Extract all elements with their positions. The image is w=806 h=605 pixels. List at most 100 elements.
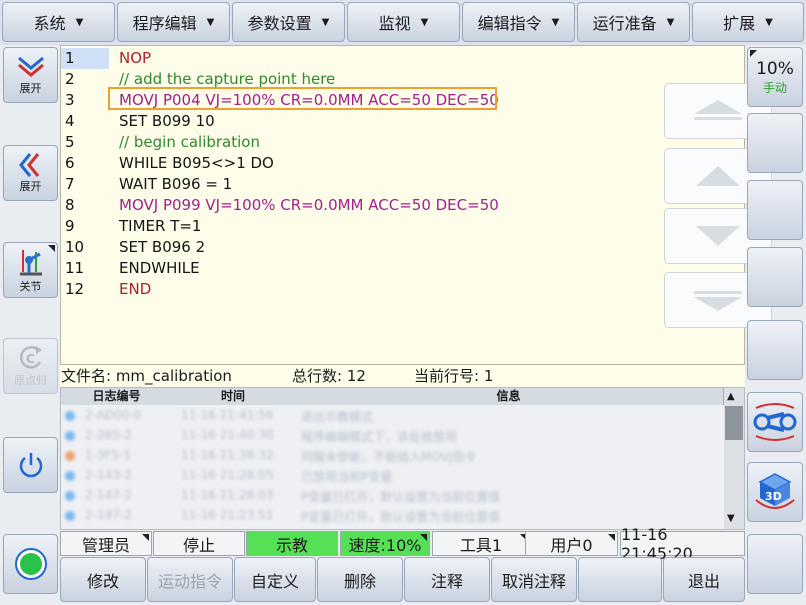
tool-label: 工具1 [459, 535, 503, 555]
robot-view-button[interactable] [747, 392, 803, 452]
program-line[interactable]: 10 SET B096 2 [61, 237, 601, 258]
custom-label: 自定义 [250, 571, 299, 591]
joint-coordinate-button[interactable]: 关节 [3, 242, 58, 298]
menu-run-prep[interactable]: 运行准备 ▼ [577, 2, 690, 42]
datetime-status: 11-16 21:45:20 [620, 525, 745, 563]
program-line[interactable]: 1 NOP [61, 48, 601, 69]
log-row[interactable]: 1-3F5-1 11-16 21:38:32 伺服未使能，不能插入MOVJ指令 [61, 447, 723, 465]
info-icon [65, 431, 75, 441]
return-origin-button[interactable]: C 原点归 [3, 338, 58, 394]
teach-mode-status: 示教 [246, 531, 338, 556]
robot-arm-view-icon [753, 403, 797, 441]
log-msg: 已禁用当前P变量 [301, 470, 393, 484]
exit-button[interactable]: 退出 [663, 557, 745, 602]
log-id: 2-AD00-0 [85, 408, 142, 422]
log-row[interactable]: 2-147-2 11-16 21:28:03 P变量已打开，默认设置为当前位置值 [61, 487, 723, 505]
line-number: 3 [65, 91, 75, 109]
info-icon [65, 491, 75, 501]
motion-instruction-button[interactable]: 运动指令 [147, 557, 233, 602]
log-row[interactable]: 2-147-2 11-16 21:23:51 P变量已打开，默认设置为当前位置值 [61, 507, 723, 525]
log-row[interactable]: 2-143-2 11-16 21:28:05 已禁用当前P变量 [61, 467, 723, 485]
log-time: 11-16 21:41:56 [181, 408, 274, 422]
menu-program-edit[interactable]: 程序编辑 ▼ [117, 2, 230, 42]
tool-status[interactable]: 工具1 [432, 531, 530, 556]
right-button-8[interactable] [747, 534, 803, 594]
log-scrollbar[interactable]: ▲ ▼ [724, 388, 744, 529]
log-row[interactable]: 2-265-2 11-16 21:40:30 程序编辑模式下，该处被禁用 [61, 427, 723, 445]
program-line[interactable]: 4 SET B099 10 [61, 111, 601, 132]
current-line: 当前行号: 1 [414, 367, 494, 385]
uncomment-button[interactable]: 取消注释 [491, 557, 577, 602]
line-code: END [119, 280, 152, 298]
menu-parameters[interactable]: 参数设置 ▼ [232, 2, 345, 42]
arrow-up-icon [696, 166, 740, 186]
comment-button[interactable]: 注释 [404, 557, 490, 602]
expand-label: 展开 [19, 82, 42, 95]
record-circle-icon [14, 548, 47, 580]
speed-status[interactable]: 速度:10% [340, 531, 430, 556]
top-menu-bar: 系统 ▼ 程序编辑 ▼ 参数设置 ▼ 监视 ▼ 编辑指令 ▼ 运行准备 ▼ 扩展 ▼ [0, 0, 806, 45]
menu-edit-instruction[interactable]: 编辑指令 ▼ [462, 2, 575, 42]
line-number: 12 [65, 280, 85, 298]
custom-button[interactable]: 自定义 [234, 557, 316, 602]
modify-label: 修改 [86, 571, 119, 591]
program-line[interactable]: 7 WAIT B096 = 1 [61, 174, 601, 195]
right-button-2[interactable] [747, 113, 803, 173]
log-id: 2-265-2 [85, 428, 132, 442]
expand-left-button[interactable]: 展开 [3, 145, 58, 201]
info-icon [65, 511, 75, 521]
log-id: 2-147-2 [85, 488, 132, 502]
exit-label: 退出 [687, 571, 720, 591]
program-line[interactable]: 5 // begin calibration [61, 132, 601, 153]
line-number: 6 [65, 154, 75, 172]
delete-button[interactable]: 删除 [317, 557, 403, 602]
uncomment-label: 取消注释 [501, 571, 566, 591]
program-line[interactable]: 9 TIMER T=1 [61, 216, 601, 237]
log-time: 11-16 21:28:05 [181, 468, 274, 482]
dropdown-arrow-icon: ▼ [666, 16, 675, 28]
dropdown-arrow-icon: ▼ [206, 16, 215, 28]
program-line[interactable]: 8 MOVJ P099 VJ=100% CR=0.0MM ACC=50 DEC=5… [61, 195, 601, 216]
scroll-down-icon[interactable]: ▼ [727, 513, 735, 524]
3d-cube-icon: 3D [755, 473, 795, 509]
user-frame-status[interactable]: 用户0 [525, 531, 618, 556]
log-msg: 伺服未使能，不能插入MOVJ指令 [301, 450, 477, 464]
line-number: 11 [65, 259, 85, 277]
program-line[interactable]: 6 WHILE B095<>1 DO [61, 153, 601, 174]
menu-system[interactable]: 系统 ▼ [2, 2, 115, 42]
modify-button[interactable]: 修改 [60, 557, 146, 602]
delete-label: 删除 [343, 571, 376, 591]
right-button-4[interactable] [747, 247, 803, 307]
log-id: 2-147-2 [85, 508, 132, 522]
scroll-up-icon[interactable]: ▲ [727, 391, 735, 402]
chevron-double-down-icon [17, 56, 44, 77]
program-line[interactable]: 11 ENDWHILE [61, 258, 601, 279]
user-role-status[interactable]: 管理员 [60, 531, 152, 556]
expand-down-button[interactable]: 展开 [3, 47, 58, 103]
menu-label: 监视 [378, 14, 411, 33]
3d-view-button[interactable]: 3D [747, 462, 803, 522]
info-icon [65, 411, 75, 421]
robot-arm-icon [19, 250, 42, 276]
right-button-3[interactable] [747, 180, 803, 240]
speed-panel-button[interactable]: 10% 手动 [747, 47, 803, 107]
menu-extend[interactable]: 扩展 ▼ [692, 2, 804, 42]
scroll-thumb[interactable] [725, 406, 743, 440]
log-header-id: 日志编号 [61, 388, 173, 405]
chevron-double-left-icon [18, 153, 39, 177]
blank-button[interactable] [578, 557, 662, 602]
line-code: WHILE B095<>1 DO [119, 154, 274, 172]
line-number: 2 [65, 70, 75, 88]
speed-label: 速度:10% [348, 535, 422, 555]
log-row[interactable]: 2-AD00-0 11-16 21:41:56 退出示教模式 [61, 407, 723, 425]
program-line[interactable]: 12 END [61, 279, 601, 300]
power-button[interactable] [3, 437, 58, 493]
manual-mode-label: 手动 [762, 80, 787, 95]
right-button-5[interactable] [747, 320, 803, 380]
run-state-label: 停止 [182, 535, 215, 555]
log-msg: 程序编辑模式下，该处被禁用 [301, 430, 458, 444]
menu-monitor[interactable]: 监视 ▼ [347, 2, 460, 42]
double-down-icon [694, 291, 742, 311]
record-button[interactable] [3, 534, 58, 594]
program-editor[interactable]: 1 NOP 2// add the capture point here 3 MOVJ … [60, 45, 772, 365]
